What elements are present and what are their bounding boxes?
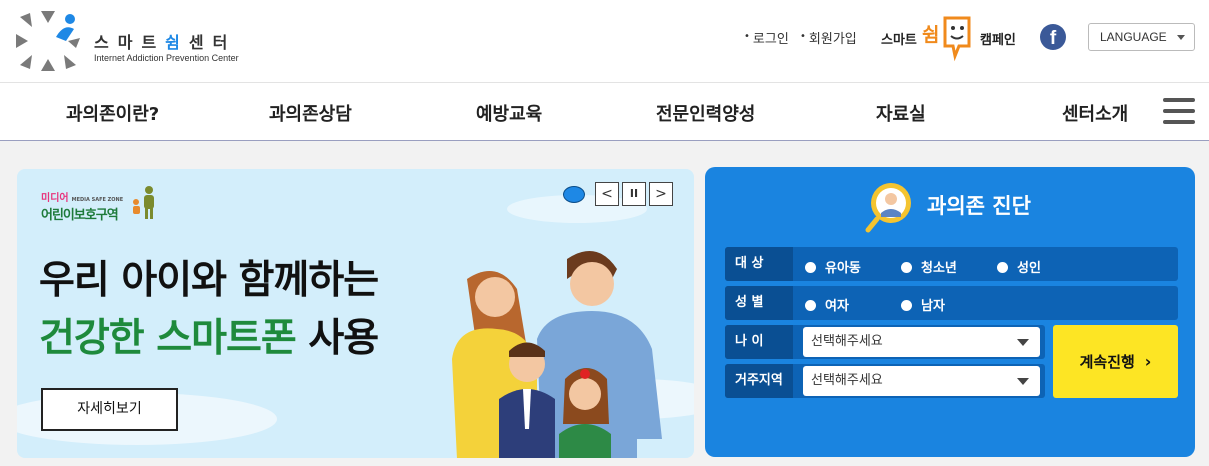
bullet-icon: • — [744, 31, 750, 42]
media-safe-zone-logo: 미디어 MEDIA SAFE ZONE 어린이보호구역 — [41, 193, 124, 223]
banner-headline-line1: 우리 아이와 함께하는 — [39, 258, 379, 303]
nav-item-addiction[interactable]: 과의존이란? — [66, 100, 159, 126]
chevron-right-icon: › — [1144, 352, 1152, 371]
menu-icon[interactable] — [1163, 98, 1195, 125]
logo-subtitle: Internet Addiction Prevention Center — [94, 53, 239, 63]
caret-down-icon — [1017, 339, 1029, 346]
radio-child[interactable]: 유아동 — [805, 257, 861, 276]
site-header: 스마트쉼센터 Internet Addiction Prevention Cen… — [0, 0, 1209, 83]
language-select[interactable]: LANGUAGE — [1088, 23, 1195, 51]
radio-teen[interactable]: 청소년 — [901, 257, 957, 276]
radio-adult[interactable]: 성인 — [997, 257, 1041, 276]
detail-button[interactable]: 자세히보기 — [41, 388, 178, 431]
radio-female[interactable]: 여자 — [805, 295, 849, 314]
site-logo[interactable]: 스마트쉼센터 Internet Addiction Prevention Cen… — [14, 9, 254, 75]
campaign-link[interactable]: 스마트 쉼 캠페인 — [881, 14, 1031, 64]
campaign-face-icon — [943, 16, 971, 62]
region-select[interactable]: 선택해주세요 — [803, 366, 1040, 396]
prev-slide-button[interactable]: < — [595, 182, 619, 206]
pause-slide-button[interactable]: II — [622, 182, 646, 206]
slide-indicator[interactable] — [563, 186, 585, 203]
radio-circle-icon — [901, 262, 912, 273]
gender-label: 성 별 — [725, 286, 793, 320]
diagnosis-title: 과의존 진단 — [927, 194, 1031, 218]
radio-circle-icon — [901, 300, 912, 311]
main-nav: 과의존이란? 과의존상담 예방교육 전문인력양성 자료실 센터소개 — [0, 83, 1209, 141]
region-label: 거주지역 — [725, 364, 793, 398]
signup-link[interactable]: • 회원가입 — [800, 28, 857, 47]
radio-circle-icon — [805, 300, 816, 311]
age-select[interactable]: 선택해주세요 — [803, 327, 1040, 357]
bullet-icon: • — [800, 31, 806, 42]
nav-item-counseling[interactable]: 과의존상담 — [269, 100, 352, 126]
diagnosis-magnifier-icon — [865, 183, 911, 233]
login-link[interactable]: • 로그인 — [744, 28, 789, 47]
caret-down-icon — [1177, 35, 1185, 40]
nav-item-about[interactable]: 센터소개 — [1062, 100, 1128, 126]
caret-down-icon — [1017, 378, 1029, 385]
logo-title: 스마트쉼센터 — [94, 33, 237, 52]
family-illustration — [452, 251, 662, 458]
nav-item-training[interactable]: 전문인력양성 — [656, 100, 755, 126]
radio-circle-icon — [997, 262, 1008, 273]
nav-item-resources[interactable]: 자료실 — [876, 100, 926, 126]
banner-headline-line2: 건강한 스마트폰 사용 — [39, 316, 379, 361]
next-slide-button[interactable]: > — [649, 182, 673, 206]
continue-button[interactable]: 계속진행 › — [1053, 325, 1178, 398]
logo-mark-icon — [16, 11, 80, 71]
nav-item-prevention[interactable]: 예방교육 — [476, 100, 542, 126]
target-label: 대 상 — [725, 247, 793, 281]
age-label: 나 이 — [725, 325, 793, 359]
radio-circle-icon — [805, 262, 816, 273]
addiction-diagnosis-panel: 과의존 진단 대 상 유아동 청소년 성인 성 별 여자 남자 나 이 선택해주… — [705, 167, 1195, 457]
main-banner: 미디어 MEDIA SAFE ZONE 어린이보호구역 < II > 우리 아이와… — [17, 169, 694, 458]
family-mini-icon — [133, 186, 154, 219]
facebook-icon[interactable]: f — [1040, 24, 1066, 50]
radio-male[interactable]: 남자 — [901, 295, 945, 314]
